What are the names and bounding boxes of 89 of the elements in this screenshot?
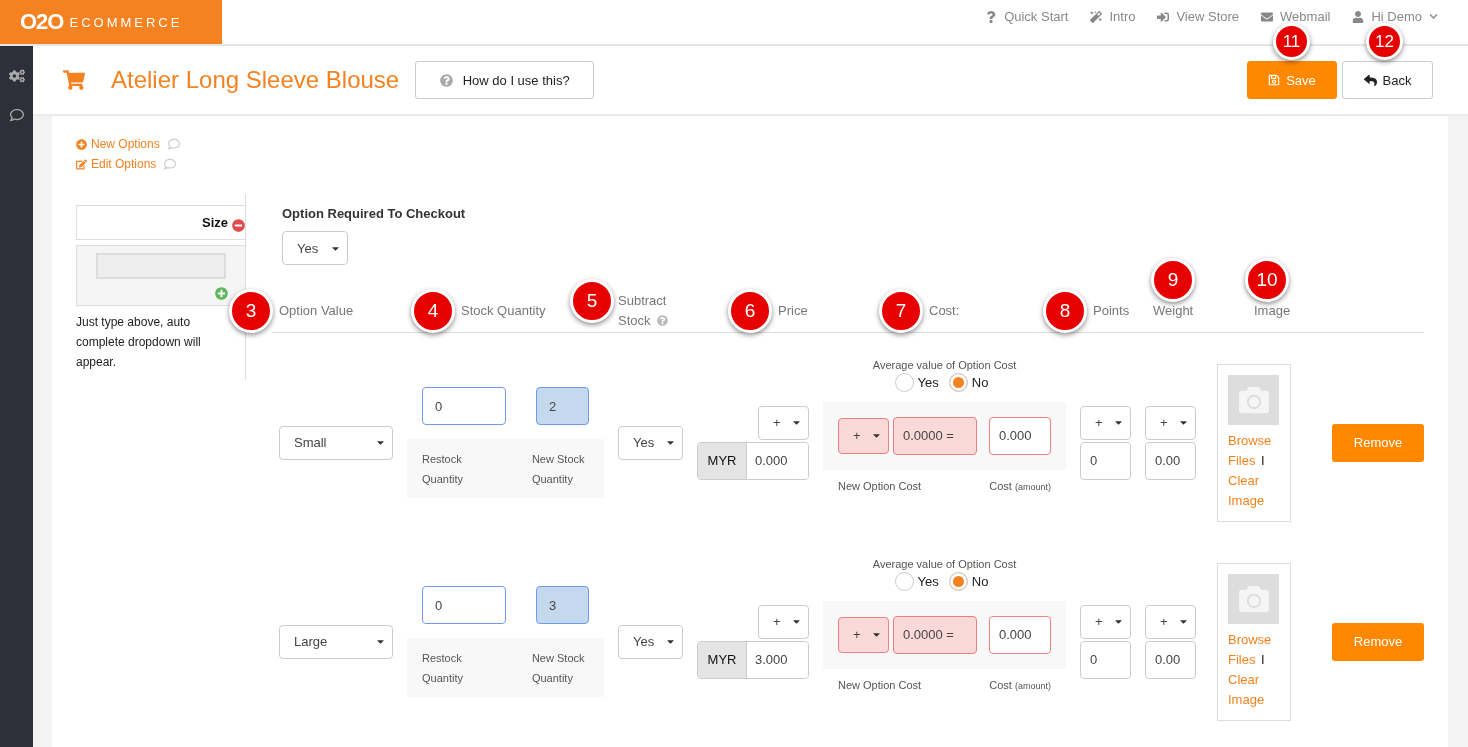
nav-label: Quick Start [1004,9,1069,24]
nav-link[interactable]: Quick Start [985,9,1069,24]
edit-icon [76,158,87,170]
logo-mark: O2O [20,9,64,35]
option-value-select[interactable]: Large [279,624,393,659]
back-icon [1363,73,1377,87]
new-stock-input[interactable]: 2 [536,387,589,425]
hint-text: Just type above, auto complete dropdown will appear. [76,314,202,371]
option-value-select[interactable]: Small [279,425,393,460]
radio-button[interactable] [894,571,914,591]
nav-icon [1090,10,1103,23]
cost-amount-input[interactable]: 0.000 [989,615,1051,654]
field-label: New Stock Quantity [531,451,586,487]
radio-button[interactable] [948,571,968,591]
field-label: Cost (amount) [989,478,1051,494]
field-label: Restock Quantity [422,451,464,487]
weight-input[interactable]: 0.00 [1145,640,1196,679]
sign-select[interactable]: + [758,604,809,639]
logo-text: ECOMMERCE [69,14,183,30]
back-button[interactable]: Back [1342,61,1433,99]
average-label: Average value of Option Cost [872,557,1017,570]
sign-select[interactable]: + [758,405,809,440]
restock-input[interactable]: 0 [422,586,506,624]
chat-icon[interactable] [9,108,24,122]
price-field[interactable]: MYR 0.000 [697,441,809,480]
plus-icon [76,138,87,150]
image-links[interactable]: Browse Files I Clear Image [1228,430,1280,511]
new-stock-input[interactable]: 3 [536,586,589,624]
average-label: Average value of Option Cost [872,358,1017,371]
nav-link[interactable]: View Store [1157,9,1240,24]
radio-button[interactable] [948,372,968,392]
option-group-tab[interactable]: Size [76,205,245,240]
sign-select[interactable]: + [1080,604,1131,639]
nav-link[interactable]: Webmail [1261,9,1331,24]
nav-icon [1157,10,1170,23]
camera-icon [1238,583,1269,614]
comment-icon [167,138,180,150]
field-label: Cost (amount) [989,677,1051,693]
field-label: Restock Quantity [422,650,464,686]
required-select[interactable]: Yes [282,231,348,265]
radio-label: No [971,374,989,390]
field-label: New Stock Quantity [531,650,586,686]
help-button[interactable]: How do I use this? [415,61,595,99]
price-field[interactable]: MYR 3.000 [697,640,809,679]
radio-label: Yes [917,573,939,589]
radio-button[interactable] [894,372,914,392]
subtract-select[interactable]: Yes [618,425,683,460]
sign-select[interactable]: + [1145,604,1196,639]
sign-select[interactable]: + [1080,405,1131,440]
nav-label: Hi Demo [1371,9,1422,24]
sign-select[interactable]: + [838,417,889,454]
remove-icon[interactable] [232,219,245,232]
comment-icon [164,158,177,170]
currency-addon: MYR [698,442,747,479]
camera-icon [1238,384,1269,415]
add-icon[interactable] [214,287,228,300]
subtract-select[interactable]: Yes [618,624,683,659]
nav-link[interactable]: Hi Demo [1352,9,1438,24]
settings-icon[interactable] [8,68,25,84]
field-label: New Option Cost [838,677,922,693]
page-title: Atelier Long Sleeve Blouse [111,66,400,94]
nav-label: Intro [1109,9,1136,24]
cart-icon [63,69,85,91]
new-cost-input[interactable]: 0.0000 = [893,615,977,654]
weight-input[interactable]: 0.00 [1145,441,1196,480]
save-icon [1268,74,1281,86]
help-icon [439,73,453,87]
step-marker: 3 [229,288,273,333]
option-input[interactable] [96,253,226,279]
cost-amount-input[interactable]: 0.000 [989,416,1051,455]
restock-input[interactable]: 0 [422,387,506,425]
new-cost-input[interactable]: 0.0000 = [893,416,977,455]
nav-label: Webmail [1280,9,1331,24]
nav-icon [1261,10,1274,23]
nav-icon [1352,10,1365,23]
chevron-icon [1429,12,1438,21]
currency-addon: MYR [698,641,747,678]
points-input[interactable]: 0 [1080,441,1131,480]
nav-icon [985,10,998,23]
points-input[interactable]: 0 [1080,640,1131,679]
sign-select[interactable]: + [838,616,889,653]
field-label: New Option Cost [838,478,922,494]
required-label: Option Required To Checkout [282,206,467,221]
nav-link[interactable]: Intro [1090,9,1136,24]
nav-label: View Store [1176,9,1240,24]
sign-select[interactable]: + [1145,405,1196,440]
radio-label: No [971,573,989,589]
radio-label: Yes [917,374,939,390]
image-links[interactable]: Browse Files I Clear Image [1228,629,1280,710]
